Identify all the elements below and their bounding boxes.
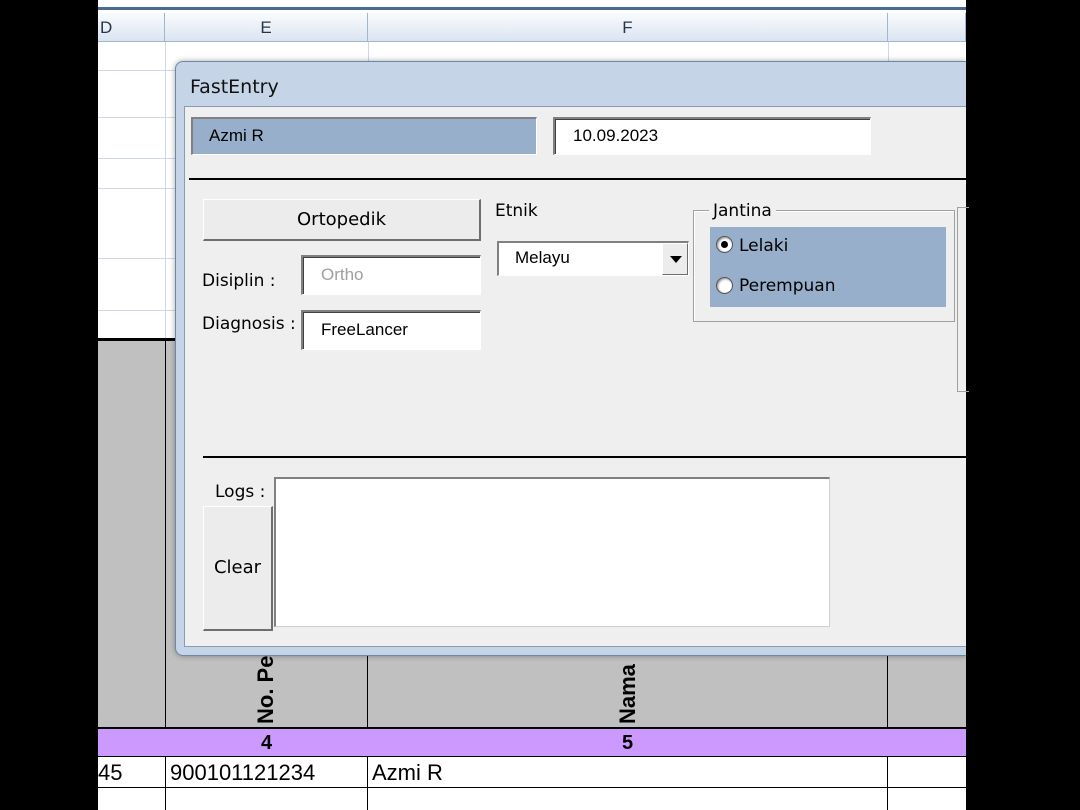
cell-d-data[interactable]: 45 — [98, 758, 164, 788]
radio-perempuan[interactable] — [716, 277, 733, 294]
disiplin-field[interactable]: Ortho — [301, 255, 481, 295]
dialog-client-area: Azmi R 10.09.2023 Ortopedik Disiplin : O… — [184, 106, 969, 647]
etnik-selected-value: Melayu — [515, 248, 570, 267]
radio-perempuan-label[interactable]: Perempuan — [739, 276, 836, 296]
jantina-label: Jantina — [709, 201, 776, 221]
etnik-dropdown[interactable]: Melayu — [497, 241, 689, 276]
header-nama: Nama — [615, 664, 640, 724]
fastentry-dialog: FastEntry Azmi R 10.09.2023 Ortopedik Di… — [175, 61, 969, 656]
column-header-f[interactable]: F — [368, 13, 888, 42]
cell-no-pengenalan[interactable]: 900101121234 — [170, 758, 366, 788]
ortopedik-button[interactable]: Ortopedik — [203, 199, 481, 241]
logs-textarea[interactable] — [274, 477, 830, 627]
column-header-e[interactable]: E — [165, 13, 368, 42]
column-number-row: 4 5 — [98, 727, 966, 757]
dialog-title: FastEntry — [190, 76, 279, 98]
date-field[interactable]: 10.09.2023 — [553, 117, 871, 155]
name-field[interactable]: Azmi R — [191, 117, 537, 155]
radio-lelaki-label[interactable]: Lelaki — [739, 236, 788, 256]
right-panel-edge — [957, 207, 969, 392]
diagnosis-label: Diagnosis : — [202, 314, 296, 334]
disiplin-label: Disiplin : — [202, 271, 276, 291]
etnik-dropdown-button[interactable] — [662, 243, 688, 275]
column-header-g[interactable] — [888, 13, 966, 42]
top-divider — [189, 178, 969, 180]
header-no-pengenalan: No. Pe — [253, 655, 278, 724]
cell-nama[interactable]: Azmi R — [372, 758, 886, 788]
bottom-divider — [203, 456, 969, 458]
sheet-top-border — [98, 0, 966, 10]
chevron-down-icon — [670, 256, 682, 263]
clear-button[interactable]: Clear — [203, 506, 273, 631]
column-number-f: 5 — [621, 732, 634, 754]
jantina-group: Lelaki Perempuan — [693, 210, 955, 322]
diagnosis-field[interactable]: FreeLancer — [301, 310, 481, 350]
radio-lelaki[interactable] — [716, 236, 733, 253]
etnik-label: Etnik — [495, 201, 538, 221]
column-number-e: 4 — [260, 732, 273, 754]
logs-label: Logs : — [215, 482, 266, 502]
column-header-d[interactable]: D — [98, 13, 165, 42]
